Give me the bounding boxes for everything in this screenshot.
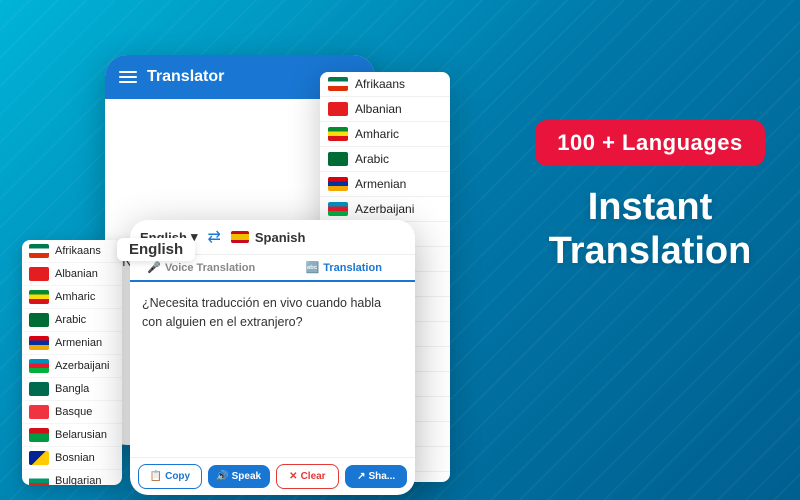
share-icon: ↗ — [357, 471, 365, 482]
flag-icon-left-bd — [29, 382, 49, 396]
flag-icon-left-bg — [29, 474, 49, 485]
language-name: Albanian — [355, 102, 402, 116]
translation-result-area: ¿Necesita traducción en vivo cuando habl… — [130, 282, 415, 457]
language-name-left: Albanian — [55, 268, 98, 280]
language-name-left: Armenian — [55, 337, 102, 349]
speaker-icon: 🔊 — [216, 471, 228, 482]
flag-icon-left-am — [29, 336, 49, 350]
language-list-left: Afrikaans Albanian Amharic Arabic Armenian Az… — [22, 240, 122, 485]
lang-item-left-armenian[interactable]: Armenian — [22, 332, 122, 355]
share-button[interactable]: ↗ Sha... — [345, 465, 407, 488]
clear-icon: ✕ — [289, 471, 297, 482]
flag-icon-al — [328, 102, 348, 116]
lang-item-afrikaans[interactable]: Afrikaans — [320, 72, 450, 97]
translated-text: ¿Necesita traducción en vivo cuando habl… — [142, 296, 381, 329]
swap-languages-button[interactable]: ⇄ — [207, 227, 220, 247]
copy-button[interactable]: 📋 Copy — [138, 464, 202, 489]
lang-item-armenian[interactable]: Armenian — [320, 172, 450, 197]
copy-icon: 📋 — [150, 471, 162, 482]
language-name-left: Amharic — [55, 291, 95, 303]
lang-item-left-bosnian[interactable]: Bosnian — [22, 447, 122, 470]
language-name: Amharic — [355, 127, 399, 141]
flag-icon-left-et — [29, 290, 49, 304]
flag-icon-left-sa — [29, 313, 49, 327]
lang-item-left-basque[interactable]: Basque — [22, 401, 122, 424]
english-label-overlay: English — [117, 238, 195, 261]
menu-icon[interactable] — [119, 71, 137, 83]
languages-badge: 100 + Languages — [535, 120, 764, 166]
speak-button[interactable]: 🔊 Speak — [208, 465, 270, 488]
flag-icon-sa — [328, 152, 348, 166]
lang-item-left-bulgarian[interactable]: Bulgarian — [22, 470, 122, 485]
lang-item-left-azerbaijani[interactable]: Azerbaijani — [22, 355, 122, 378]
language-name: Armenian — [355, 177, 406, 191]
to-language-label: Spanish — [255, 230, 306, 245]
lang-item-left-albanian[interactable]: Albanian — [22, 263, 122, 286]
phone-front-card: English ▾ ⇄ Spanish 🎤 Voice Translation … — [130, 220, 415, 495]
lang-item-left-bangla[interactable]: Bangla — [22, 378, 122, 401]
language-name-left: Bangla — [55, 383, 89, 395]
flag-icon-et — [328, 127, 348, 141]
language-name-left: Bosnian — [55, 452, 95, 464]
action-bar: 📋 Copy 🔊 Speak ✕ Clear ↗ Sha... — [130, 457, 415, 495]
hero-title: InstantTranslation — [530, 186, 770, 273]
flag-icon-left-za — [29, 244, 49, 258]
right-panel: 100 + Languages InstantTranslation — [530, 120, 770, 273]
flag-icon-left-by — [29, 428, 49, 442]
lang-item-arabic[interactable]: Arabic — [320, 147, 450, 172]
app-title: Translator — [147, 68, 224, 86]
clear-button[interactable]: ✕ Clear — [276, 464, 340, 489]
tab-text-translation[interactable]: 🔤 Translation — [273, 255, 416, 282]
share-label: Sha... — [368, 471, 395, 482]
mic-icon: 🎤 — [147, 261, 161, 274]
lang-item-left-afrikaans[interactable]: Afrikaans — [22, 240, 122, 263]
language-name-left: Azerbaijani — [55, 360, 109, 372]
tab-text-label: Translation — [323, 262, 382, 274]
lang-item-albanian[interactable]: Albanian — [320, 97, 450, 122]
language-name: Arabic — [355, 152, 389, 166]
flag-icon-am — [328, 177, 348, 191]
language-name-left: Bulgarian — [55, 475, 101, 485]
language-name-left: Belarusian — [55, 429, 107, 441]
translate-icon: 🔤 — [306, 261, 320, 274]
flag-icon-az — [328, 202, 348, 216]
clear-label: Clear — [301, 471, 326, 482]
flag-icon-left-al — [29, 267, 49, 281]
language-name: Azerbaijani — [355, 202, 414, 216]
to-language-selector[interactable]: Spanish — [255, 230, 306, 245]
tab-voice-label: Voice Translation — [165, 262, 255, 274]
lang-item-azerbaijani[interactable]: Azerbaijani — [320, 197, 450, 222]
lang-item-left-belarusian[interactable]: Belarusian — [22, 424, 122, 447]
lang-item-left-arabic[interactable]: Arabic — [22, 309, 122, 332]
lang-item-amharic[interactable]: Amharic — [320, 122, 450, 147]
flag-icon-left-az — [29, 359, 49, 373]
flag-icon-za — [328, 77, 348, 91]
flag-icon-left-ba — [29, 451, 49, 465]
spanish-flag-icon — [231, 231, 249, 243]
language-name: Afrikaans — [355, 77, 405, 91]
copy-label: Copy — [165, 471, 190, 482]
speak-label: Speak — [232, 471, 261, 482]
language-name-left: Arabic — [55, 314, 86, 326]
language-name-left: Basque — [55, 406, 92, 418]
lang-item-left-amharic[interactable]: Amharic — [22, 286, 122, 309]
flag-icon-left-es-basque — [29, 405, 49, 419]
language-name-left: Afrikaans — [55, 245, 101, 257]
